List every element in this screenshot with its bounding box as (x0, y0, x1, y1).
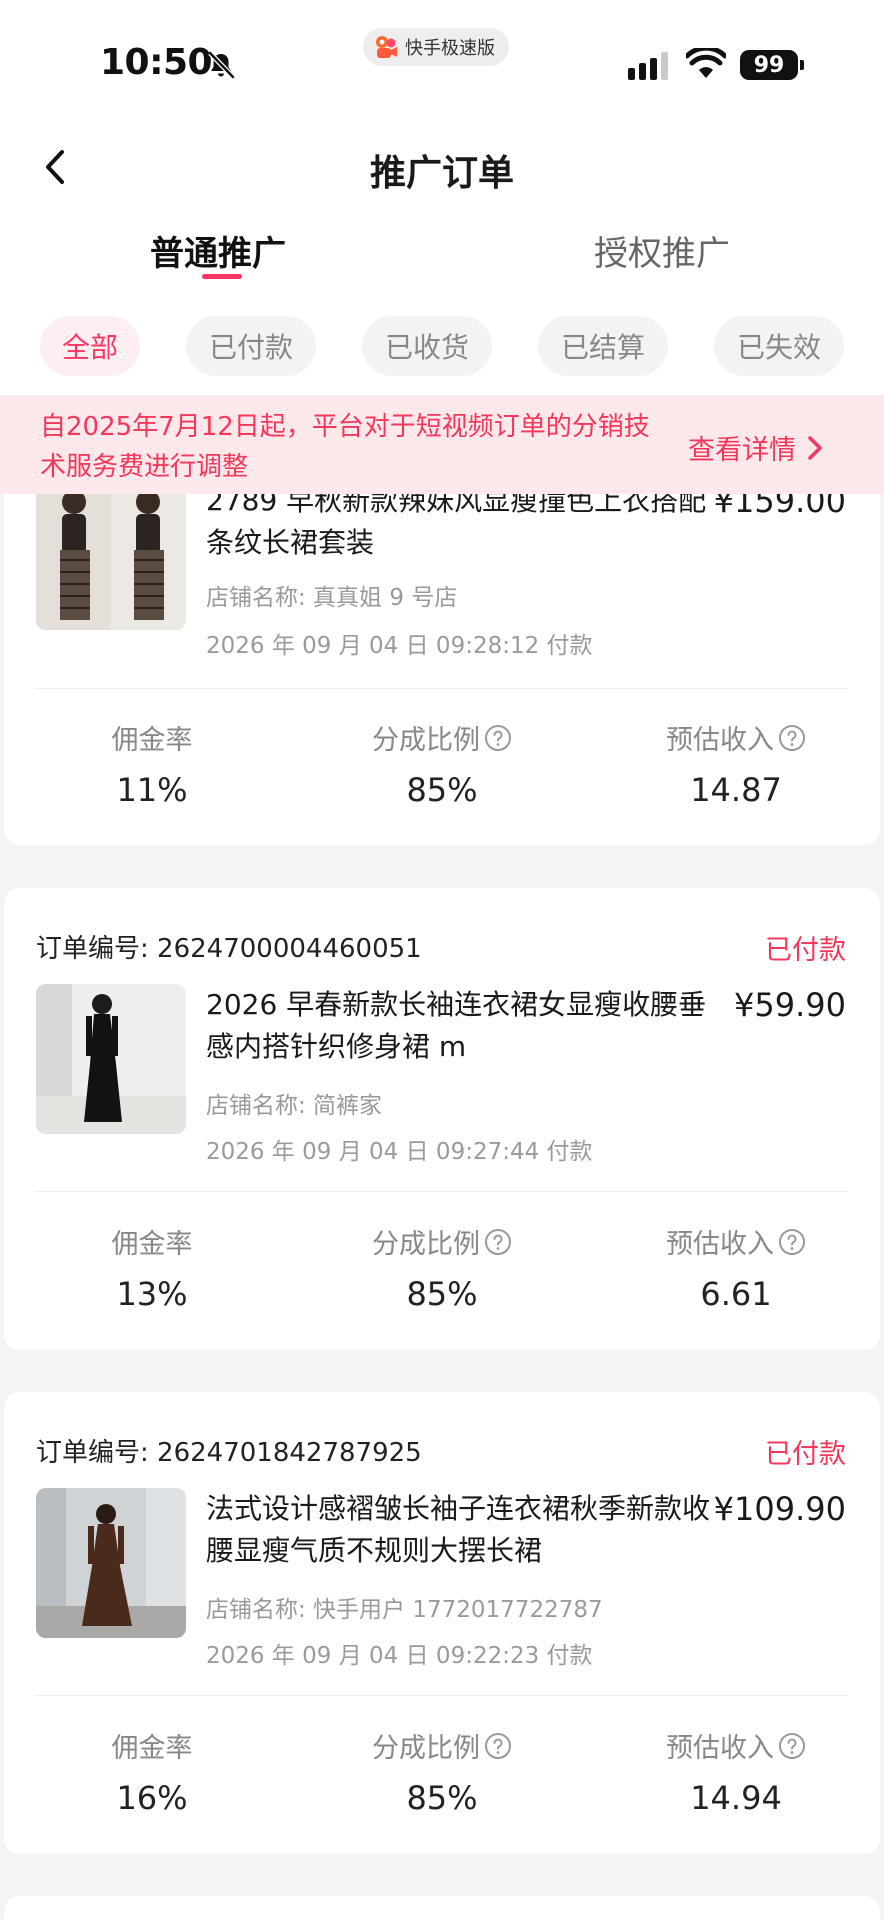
commission-rate-value: 13% (116, 1275, 188, 1313)
pay-time: 2026 年 09 月 04 日 09:28:12 付款 (206, 633, 593, 659)
chevron-right-icon (808, 435, 822, 460)
order-status: 已付款 (765, 1439, 846, 1470)
shop-name: 店铺名称: 简裤家 (206, 1093, 383, 1119)
estimated-income-label: 预估收入 (666, 1229, 774, 1260)
filter-all[interactable]: 全部 (40, 316, 140, 376)
wifi-icon (686, 48, 726, 78)
product-thumbnail[interactable] (36, 480, 186, 630)
header-area: 10:50 快手极速版 99 推广订单 普通推广 授权推广 全部 已付款 已收货… (0, 0, 884, 395)
estimated-income-value: 6.61 (700, 1275, 772, 1313)
share-ratio-value: 85% (406, 771, 478, 809)
pay-time: 2026 年 09 月 04 日 09:22:23 付款 (206, 1643, 593, 1669)
question-circle-icon[interactable] (778, 1732, 806, 1760)
share-ratio-stat: 分成比例 85% (332, 718, 552, 809)
product-title[interactable]: 法式设计感褶皱长袖子连衣裙秋季新款收腰显瘦气质不规则大摆长裙 (206, 1488, 716, 1572)
order-number: 订单编号: 2624700004460051 (36, 928, 422, 967)
battery-level: 99 (740, 50, 798, 80)
order-number: 订单编号: 2624701842787925 (36, 1432, 422, 1471)
order-card[interactable]: 订单编号: 2624700004460051 已付款 2026 早春新款长袖连衣… (4, 888, 880, 1350)
tab-authorized-promotion[interactable]: 授权推广 (594, 226, 730, 275)
divider (36, 1191, 848, 1192)
divider (36, 688, 848, 689)
order-card[interactable] (4, 1896, 880, 1920)
view-details-link[interactable]: 查看详情 (688, 428, 824, 467)
question-circle-icon[interactable] (778, 724, 806, 752)
commission-rate-label: 佣金率 (111, 1229, 193, 1260)
order-number-label: 订单编号: (36, 934, 149, 964)
commission-rate-value: 11% (116, 771, 188, 809)
view-details-label: 查看详情 (688, 435, 796, 466)
share-ratio-label: 分成比例 (372, 1733, 480, 1764)
question-circle-icon[interactable] (484, 724, 512, 752)
share-ratio-label: 分成比例 (372, 1229, 480, 1260)
notice-text: 自2025年7月12日起，平台对于短视频订单的分销技术服务费进行调整 (40, 412, 650, 482)
filter-paid[interactable]: 已付款 (186, 316, 316, 376)
filter-received[interactable]: 已收货 (362, 316, 492, 376)
commission-rate-value: 16% (116, 1779, 188, 1817)
page-title: 推广订单 (369, 153, 514, 194)
product-price: ¥109.90 (713, 1490, 846, 1528)
order-header: 订单编号: 2624701842787925 已付款 (36, 1432, 846, 1471)
product-price: ¥59.90 (734, 986, 846, 1024)
estimated-income-value: 14.94 (690, 1779, 782, 1817)
commission-rate-label: 佣金率 (111, 1733, 193, 1764)
commission-rate-label: 佣金率 (111, 725, 193, 756)
divider (36, 1695, 848, 1696)
kuaishou-logo-icon (376, 36, 397, 58)
shop-name: 店铺名称: 快手用户 1772017722787 (206, 1597, 603, 1623)
question-circle-icon[interactable] (484, 1732, 512, 1760)
order-number-value: 2624700004460051 (157, 934, 422, 964)
status-time: 10:50 (100, 42, 213, 83)
share-ratio-stat: 分成比例 85% (332, 1726, 552, 1817)
estimated-income-stat: 预估收入 14.87 (626, 718, 846, 809)
product-thumbnail[interactable] (36, 1488, 186, 1638)
commission-rate-stat: 佣金率 16% (42, 1726, 262, 1817)
share-ratio-value: 85% (406, 1275, 478, 1313)
order-card[interactable]: 订单编号: 2624701842787925 已付款 法式设计感褶皱长袖子连衣裙… (4, 1392, 880, 1854)
order-number-value: 2624701842787925 (157, 1438, 422, 1468)
filter-invalid[interactable]: 已失效 (714, 316, 844, 376)
product-title[interactable]: 2026 早春新款长袖连衣裙女显瘦收腰垂感内搭针织修身裙 m (206, 984, 716, 1068)
cellular-signal-icon (628, 52, 668, 80)
bell-off-icon (208, 51, 235, 79)
question-circle-icon[interactable] (484, 1228, 512, 1256)
commission-rate-stat: 佣金率 13% (42, 1222, 262, 1313)
commission-rate-stat: 佣金率 11% (42, 718, 262, 809)
order-header: 订单编号: 2624700004460051 已付款 (36, 928, 846, 967)
estimated-income-label: 预估收入 (666, 725, 774, 756)
tab-normal-promotion[interactable]: 普通推广 (150, 226, 286, 275)
estimated-income-label: 预估收入 (666, 1733, 774, 1764)
shop-name: 店铺名称: 真真姐 9 号店 (206, 585, 458, 611)
estimated-income-stat: 预估收入 14.94 (626, 1726, 846, 1817)
share-ratio-stat: 分成比例 85% (332, 1222, 552, 1313)
estimated-income-value: 14.87 (690, 771, 782, 809)
estimated-income-stat: 预估收入 6.61 (626, 1222, 846, 1313)
app-indicator[interactable]: 快手极速版 (363, 28, 509, 66)
battery-indicator: 99 (740, 50, 804, 80)
active-tab-indicator (202, 274, 242, 279)
order-status: 已付款 (765, 935, 846, 966)
app-name: 快手极速版 (405, 38, 495, 59)
product-thumbnail[interactable] (36, 984, 186, 1134)
share-ratio-label: 分成比例 (372, 725, 480, 756)
pay-time: 2026 年 09 月 04 日 09:27:44 付款 (206, 1139, 593, 1165)
battery-tip (800, 60, 804, 70)
question-circle-icon[interactable] (778, 1228, 806, 1256)
filter-settled[interactable]: 已结算 (538, 316, 668, 376)
order-number-label: 订单编号: (36, 1438, 149, 1468)
share-ratio-value: 85% (406, 1779, 478, 1817)
